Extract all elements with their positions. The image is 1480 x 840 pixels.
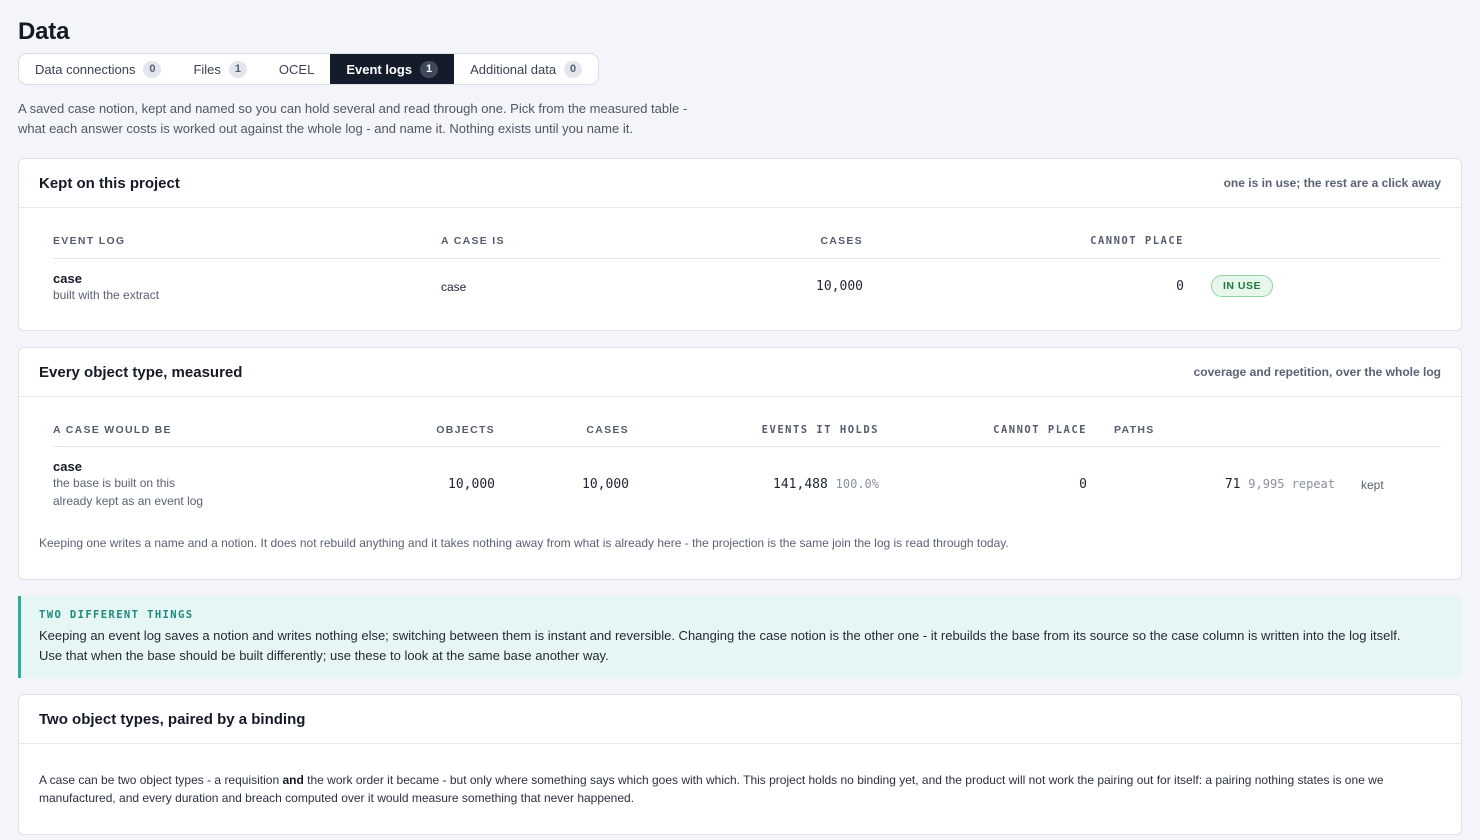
callout-line: Use that when the base should be built d… bbox=[39, 648, 609, 663]
column-header-cannot-place: CANNOT PLACE bbox=[993, 424, 1087, 436]
binding-description: A case can be two object types - a requi… bbox=[39, 771, 1441, 807]
callout-body: Keeping an event log saves a notion and … bbox=[39, 626, 1444, 666]
binding-card-header: Two object types, paired by a binding bbox=[19, 695, 1461, 744]
card-title: Every object type, measured bbox=[39, 363, 243, 381]
tab-additional-data[interactable]: Additional data 0 bbox=[454, 54, 598, 84]
paths-cell: 71 9,995 repeat bbox=[1119, 477, 1335, 492]
tab-ocel[interactable]: OCEL bbox=[263, 54, 330, 84]
card-title: Kept on this project bbox=[39, 174, 180, 192]
column-header-paths: PATHS bbox=[1114, 424, 1155, 436]
column-header-objects: OBJECTS bbox=[436, 424, 495, 436]
in-use-badge: IN USE bbox=[1211, 275, 1274, 297]
kept-card-header: Kept on this project one is in use; the … bbox=[19, 159, 1461, 208]
tab-data-connections[interactable]: Data connections 0 bbox=[19, 54, 177, 84]
tab-count-badge: 1 bbox=[420, 60, 439, 78]
cannot-place-value: 0 bbox=[1079, 477, 1087, 492]
page-title: Data bbox=[18, 18, 70, 45]
object-type-subtitle: already kept as an event log bbox=[53, 494, 204, 508]
column-header-cannot-place: CANNOT PLACE bbox=[1090, 235, 1184, 247]
event-log-name: case bbox=[53, 271, 82, 286]
two-different-things-callout: TWO DIFFERENT THINGS Keeping an event lo… bbox=[18, 596, 1462, 678]
tab-label: Additional data bbox=[470, 61, 557, 77]
column-header-events: EVENTS IT HOLDS bbox=[761, 424, 879, 436]
card-title: Two object types, paired by a binding bbox=[39, 710, 306, 728]
column-header-case-would-be: A CASE WOULD BE bbox=[53, 424, 172, 436]
intro-line: what each answer costs is worked out aga… bbox=[18, 121, 633, 136]
case-is-value: case bbox=[441, 280, 467, 294]
object-type-cell: case the base is built on this already k… bbox=[53, 459, 203, 510]
tab-count-badge: 0 bbox=[564, 60, 583, 78]
intro-line: A saved case notion, kept and named so y… bbox=[18, 101, 688, 116]
tab-label: OCEL bbox=[278, 61, 315, 77]
cases-value: 10,000 bbox=[816, 279, 863, 294]
column-header-event-log: EVENT LOG bbox=[53, 235, 126, 247]
intro-text: A saved case notion, kept and named so y… bbox=[18, 99, 738, 139]
callout-line: Keeping an event log saves a notion and … bbox=[39, 628, 1401, 643]
kept-card: Kept on this project one is in use; the … bbox=[18, 158, 1462, 331]
tab-bar: Data connections 0 Files 1 OCEL Event lo… bbox=[18, 53, 600, 85]
events-percent: 100.0% bbox=[835, 477, 879, 491]
tab-label: Files bbox=[193, 61, 221, 77]
events-cell: 141,488 100.0% bbox=[659, 477, 879, 492]
paths-value: 71 bbox=[1224, 477, 1241, 492]
tab-label: Event logs bbox=[346, 61, 413, 77]
table-header-divider bbox=[53, 446, 1441, 447]
paths-repeat: 9,995 repeat bbox=[1248, 477, 1335, 491]
objects-value: 10,000 bbox=[448, 477, 495, 492]
binding-text-bold: and bbox=[282, 773, 304, 787]
object-type-name: case bbox=[53, 459, 82, 474]
cannot-place-value: 0 bbox=[1176, 279, 1184, 294]
column-header-cases: CASES bbox=[820, 235, 863, 247]
tab-count-badge: 1 bbox=[228, 60, 247, 78]
tab-count-badge: 0 bbox=[143, 60, 162, 78]
column-header-case-is: A CASE IS bbox=[441, 235, 505, 247]
measured-footnote: Keeping one writes a name and a notion. … bbox=[39, 536, 1009, 550]
tab-label: Data connections bbox=[35, 61, 136, 77]
card-note: coverage and repetition, over the whole … bbox=[1193, 365, 1441, 379]
events-value: 141,488 bbox=[773, 477, 828, 492]
object-type-subtitle: the base is built on this bbox=[53, 476, 176, 490]
tab-event-logs[interactable]: Event logs 1 bbox=[330, 54, 455, 84]
card-note: one is in use; the rest are a click away bbox=[1223, 176, 1441, 190]
column-header-cases: CASES bbox=[586, 424, 629, 436]
measured-card-header: Every object type, measured coverage and… bbox=[19, 348, 1461, 397]
tab-files[interactable]: Files 1 bbox=[177, 54, 262, 84]
callout-title: TWO DIFFERENT THINGS bbox=[39, 609, 194, 621]
binding-text-part: A case can be two object types - a requi… bbox=[39, 773, 283, 787]
table-header-divider bbox=[53, 258, 1441, 259]
measured-card: Every object type, measured coverage and… bbox=[18, 347, 1462, 580]
event-log-subtitle: built with the extract bbox=[53, 288, 160, 302]
event-log-name-cell: case built with the extract bbox=[53, 271, 159, 304]
kept-status: kept bbox=[1361, 478, 1384, 492]
cases-value: 10,000 bbox=[582, 477, 629, 492]
binding-card: Two object types, paired by a binding A … bbox=[18, 694, 1462, 835]
